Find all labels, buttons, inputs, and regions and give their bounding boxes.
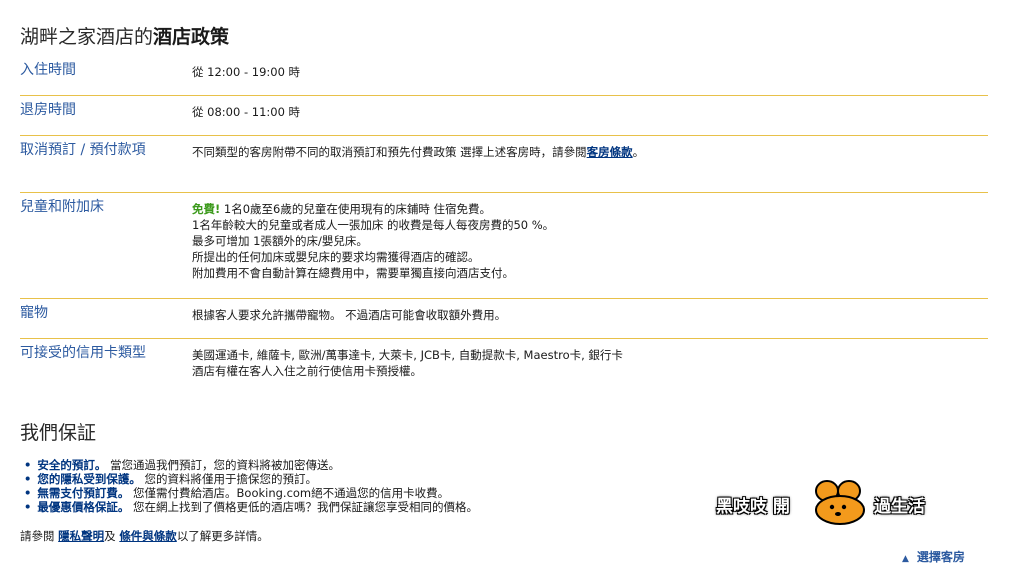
policy-value-pets: 根據客人要求允許攜帶寵物。 不過酒店可能會收取額外費用。 xyxy=(192,308,507,322)
mouse-mascot-icon xyxy=(815,480,865,525)
policy-row-cancellation: 取消預訂 / 預付款項 不同類型的客房附帶不同的取消預訂和預先付費政策 選擇上述… xyxy=(20,136,988,193)
policy-row-children: 兒童和附加床 免費! 1名0歲至6歲的兒童在使用現有的床鋪時 住宿免費。 1名年… xyxy=(20,193,988,299)
children-line: 最多可增加 1張額外的床/嬰兒床。 xyxy=(192,234,368,248)
policy-label-children: 兒童和附加床 xyxy=(20,199,104,215)
guarantee-item: 您的隱私受到保護。 您的資料將僅用于擔保您的預訂。 xyxy=(24,472,478,486)
guarantee-list: 安全的預訂。 當您通過我們預訂，您的資料將被加密傳送。 您的隱私受到保護。 您的… xyxy=(24,458,478,514)
children-line: 附加費用不會自動計算在總費用中，需要單獨直接向酒店支付。 xyxy=(192,266,514,280)
see-more-text: 請參閱 隱私聲明及 條件與條款以了解更多詳情。 xyxy=(20,529,269,543)
guarantee-item: 安全的預訂。 當您通過我們預訂，您的資料將被加密傳送。 xyxy=(24,458,478,472)
policy-value-cards: 美國運通卡, 維薩卡, 歐洲/萬事達卡, 大萊卡, JCB卡, 自動提款卡, M… xyxy=(192,339,988,393)
policy-label-checkin: 入住時間 xyxy=(20,62,76,78)
guarantee-title: 我們保証 xyxy=(20,422,97,444)
choose-room-link[interactable]: ▲ 選擇客房 xyxy=(902,548,965,565)
watermark-logo: 黑吱吱 開 過生活 xyxy=(716,478,946,528)
triangle-up-icon: ▲ xyxy=(902,554,909,564)
policy-value-checkout: 從 08:00 - 11:00 時 xyxy=(192,105,301,119)
hotel-name: 湖畔之家酒店的 xyxy=(20,26,154,48)
policy-label-checkout: 退房時間 xyxy=(20,102,76,118)
cards-line: 美國運通卡, 維薩卡, 歐洲/萬事達卡, 大萊卡, JCB卡, 自動提款卡, M… xyxy=(192,348,623,362)
watermark-text-right: 過生活 xyxy=(874,497,925,517)
page-title: 湖畔之家酒店的酒店政策 xyxy=(20,22,229,49)
cancellation-suffix: 。 xyxy=(632,145,645,159)
watermark-text-left: 黑吱吱 開 xyxy=(716,497,790,517)
children-line: 免費! 1名0歲至6歲的兒童在使用現有的床鋪時 住宿免費。 xyxy=(192,202,492,216)
policy-value-cancellation: 不同類型的客房附帶不同的取消預訂和預先付費政策 選擇上述客房時，請參閱客房條款。 xyxy=(192,136,988,192)
policy-value-children: 免費! 1名0歲至6歲的兒童在使用現有的床鋪時 住宿免費。 1名年齡較大的兒童或… xyxy=(192,193,988,298)
policy-label-pets: 寵物 xyxy=(20,305,48,321)
cancellation-text: 不同類型的客房附帶不同的取消預訂和預先付費政策 選擇上述客房時，請參閱 xyxy=(192,145,587,159)
policy-heading: 酒店政策 xyxy=(153,26,230,48)
guarantee-item: 無需支付預訂費。 您僅需付費給酒店。Booking.com絕不通過您的信用卡收費… xyxy=(24,486,478,500)
policy-row-checkin: 入住時間 從 12:00 - 19:00 時 xyxy=(20,56,988,96)
policy-label-cancellation: 取消預訂 / 預付款項 xyxy=(20,142,146,158)
room-terms-link[interactable]: 客房條款 xyxy=(587,145,633,159)
children-line: 所提出的任何加床或嬰兒床的要求均需獲得酒店的確認。 xyxy=(192,250,480,264)
free-badge: 免費! xyxy=(192,202,221,216)
terms-link[interactable]: 條件與條款 xyxy=(119,529,177,543)
cards-line: 酒店有權在客人入住之前行使信用卡預授權。 xyxy=(192,364,422,378)
policy-row-pets: 寵物 根據客人要求允許攜帶寵物。 不過酒店可能會收取額外費用。 xyxy=(20,299,988,339)
policy-value-checkin: 從 12:00 - 19:00 時 xyxy=(192,65,301,79)
policy-table: 入住時間 從 12:00 - 19:00 時 退房時間 從 08:00 - 11… xyxy=(20,56,988,393)
policy-row-checkout: 退房時間 從 08:00 - 11:00 時 xyxy=(20,96,988,136)
policy-label-cards: 可接受的信用卡類型 xyxy=(20,345,146,361)
policy-row-cards: 可接受的信用卡類型 美國運通卡, 維薩卡, 歐洲/萬事達卡, 大萊卡, JCB卡… xyxy=(20,339,988,393)
privacy-link[interactable]: 隱私聲明 xyxy=(58,529,104,543)
children-line: 1名年齡較大的兒童或者成人一張加床 的收費是每人每夜房費的50 %。 xyxy=(192,218,555,232)
guarantee-item: 最優惠價格保証。 您在網上找到了價格更低的酒店嗎？我們保証讓您享受相同的價格。 xyxy=(24,500,478,514)
